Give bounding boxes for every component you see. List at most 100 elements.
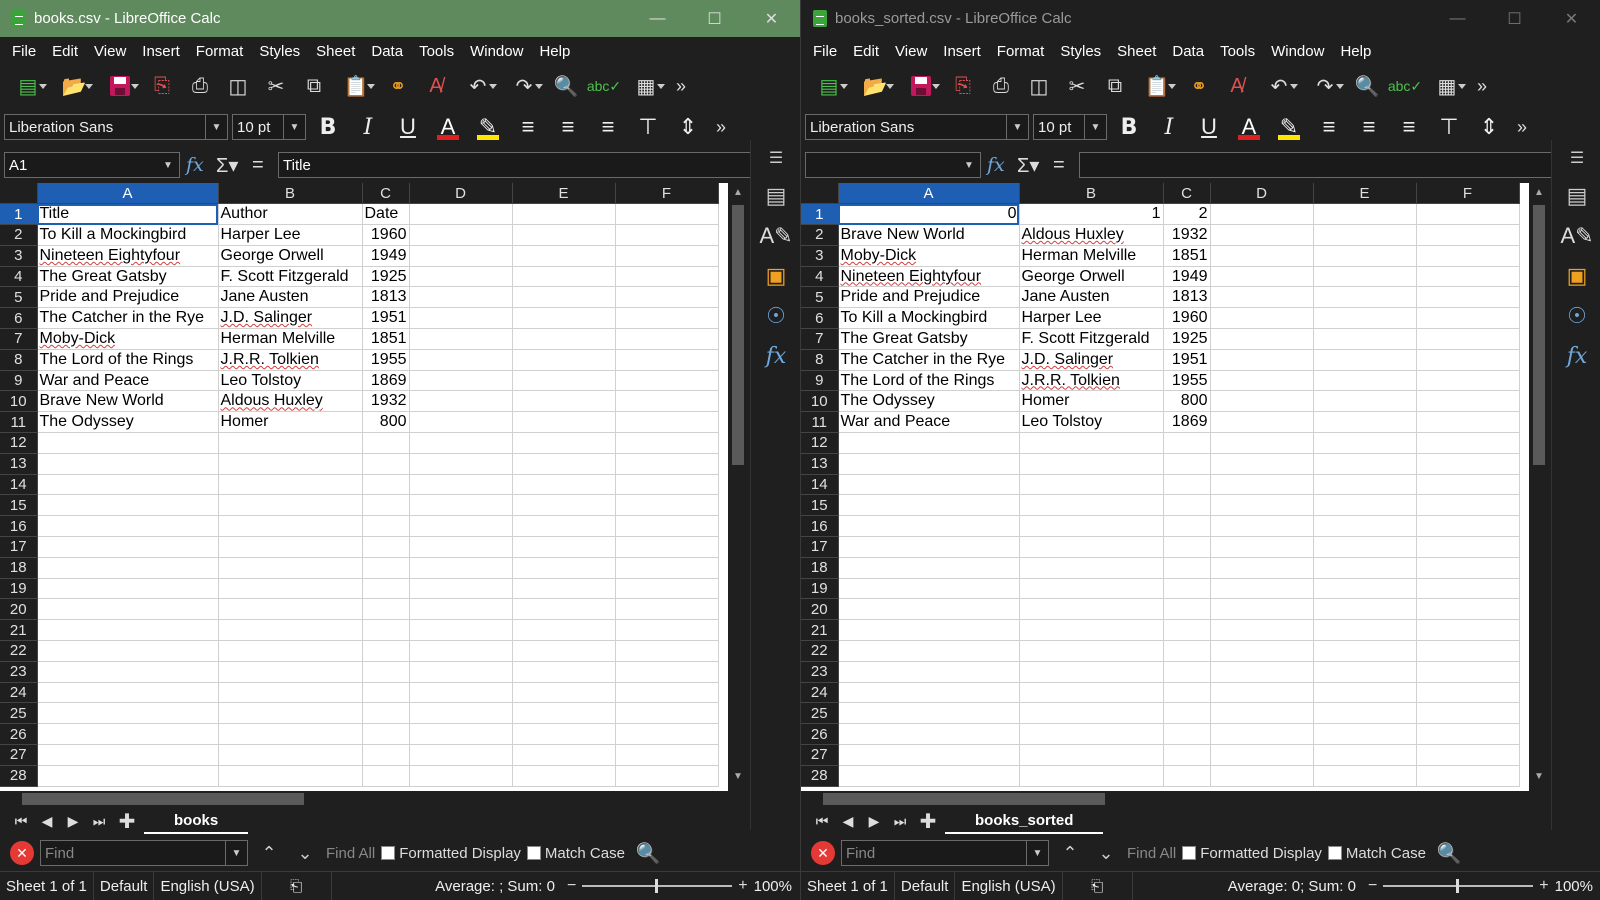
- cell-b22[interactable]: [218, 640, 363, 662]
- cell-d7[interactable]: [1210, 328, 1314, 350]
- cell-f13[interactable]: [1416, 453, 1520, 475]
- cell-a4[interactable]: Nineteen Eightyfour: [838, 266, 1020, 288]
- cell-e17[interactable]: [512, 536, 616, 558]
- align-left-icon[interactable]: ≡: [1311, 110, 1347, 144]
- cell-d11[interactable]: [409, 411, 513, 434]
- cell-a18[interactable]: [37, 557, 219, 579]
- zoom-slider[interactable]: [1383, 879, 1534, 893]
- chevron-down-icon[interactable]: ▼: [1026, 841, 1048, 865]
- cell-d22[interactable]: [409, 640, 513, 662]
- cell-d12[interactable]: [1210, 432, 1314, 454]
- zoom-level[interactable]: 100%: [754, 878, 792, 895]
- cell-f6[interactable]: [615, 307, 719, 330]
- cell-c24[interactable]: [1163, 682, 1211, 704]
- cell-f22[interactable]: [1416, 640, 1520, 662]
- cell-a28[interactable]: [838, 765, 1020, 787]
- first-sheet-icon[interactable]: ⏮: [10, 813, 32, 830]
- menu-insert[interactable]: Insert: [935, 43, 989, 60]
- cell-b27[interactable]: [218, 744, 363, 766]
- redo-icon[interactable]: ↷: [1303, 69, 1347, 103]
- column-header-d[interactable]: D: [409, 183, 513, 205]
- function-wizard-icon[interactable]: fx: [987, 154, 1011, 176]
- row-header[interactable]: 4: [0, 266, 38, 288]
- save-icon[interactable]: [98, 69, 142, 103]
- find-next-icon[interactable]: ⌄: [290, 843, 320, 864]
- cell-c6[interactable]: 1960: [1163, 307, 1211, 330]
- clear-formatting-icon[interactable]: A̸: [1219, 69, 1255, 103]
- cell-e9[interactable]: [512, 370, 616, 392]
- cell-e22[interactable]: [512, 640, 616, 662]
- cell-b19[interactable]: [1019, 578, 1164, 600]
- row-header[interactable]: 17: [0, 536, 38, 558]
- row-header[interactable]: 13: [0, 453, 38, 475]
- scroll-down-icon[interactable]: ▼: [728, 771, 748, 787]
- cell-a26[interactable]: [37, 723, 219, 746]
- cell-e7[interactable]: [512, 328, 616, 350]
- menu-window[interactable]: Window: [1263, 43, 1332, 60]
- cell-b20[interactable]: [218, 598, 363, 621]
- more-icon[interactable]: »: [670, 69, 692, 103]
- row-header[interactable]: 5: [0, 286, 38, 309]
- font-color-icon[interactable]: A: [430, 110, 466, 144]
- more-icon[interactable]: »: [710, 110, 732, 144]
- function-wizard-icon[interactable]: fx: [186, 154, 210, 176]
- print-icon[interactable]: ⎙: [182, 69, 218, 103]
- cell-d26[interactable]: [1210, 723, 1314, 746]
- cell-a11[interactable]: The Odyssey: [37, 411, 219, 434]
- cell-f1[interactable]: [615, 203, 719, 226]
- add-sheet-icon[interactable]: ✚: [915, 809, 941, 834]
- cell-f16[interactable]: [1416, 515, 1520, 538]
- cell-c1[interactable]: 2: [1163, 203, 1211, 226]
- cell-f3[interactable]: [615, 245, 719, 267]
- cell-d9[interactable]: [1210, 370, 1314, 392]
- column-header-c[interactable]: C: [362, 183, 410, 205]
- cell-a8[interactable]: The Lord of the Rings: [37, 349, 219, 371]
- row-header[interactable]: 12: [0, 432, 38, 454]
- cell-e6[interactable]: [1313, 307, 1417, 330]
- chevron-down-icon[interactable]: ▼: [157, 153, 179, 177]
- cell-f19[interactable]: [615, 578, 719, 600]
- cell-b7[interactable]: F. Scott Fitzgerald: [1019, 328, 1164, 350]
- cell-b6[interactable]: J.D. Salinger: [218, 307, 363, 330]
- menu-data[interactable]: Data: [1164, 43, 1212, 60]
- cell-f14[interactable]: [1416, 474, 1520, 496]
- cell-c16[interactable]: [362, 515, 410, 538]
- cell-a17[interactable]: [838, 536, 1020, 558]
- cell-b20[interactable]: [1019, 598, 1164, 621]
- cell-a20[interactable]: [838, 598, 1020, 621]
- print-preview-icon[interactable]: ◫: [1021, 69, 1057, 103]
- cell-f2[interactable]: [615, 224, 719, 246]
- cell-c27[interactable]: [362, 744, 410, 766]
- cell-e15[interactable]: [1313, 494, 1417, 517]
- cell-d23[interactable]: [1210, 661, 1314, 683]
- find-input[interactable]: Find ▼: [841, 840, 1049, 866]
- align-right-icon[interactable]: ≡: [1391, 110, 1427, 144]
- cell-c9[interactable]: 1869: [362, 370, 410, 392]
- cell-e5[interactable]: [1313, 286, 1417, 309]
- cell-c11[interactable]: 800: [362, 411, 410, 434]
- cell-f28[interactable]: [1416, 765, 1520, 787]
- cell-a21[interactable]: [838, 619, 1020, 642]
- cell-d3[interactable]: [409, 245, 513, 267]
- cell-b28[interactable]: [218, 765, 363, 787]
- cell-a22[interactable]: [838, 640, 1020, 662]
- cell-e6[interactable]: [512, 307, 616, 330]
- cell-f9[interactable]: [615, 370, 719, 392]
- cell-d7[interactable]: [409, 328, 513, 350]
- row-header[interactable]: 26: [801, 723, 839, 746]
- cell-e19[interactable]: [512, 578, 616, 600]
- cell-e12[interactable]: [1313, 432, 1417, 454]
- column-header-f[interactable]: F: [1416, 183, 1520, 205]
- cell-f23[interactable]: [1416, 661, 1520, 683]
- gallery-icon[interactable]: ▣: [751, 256, 800, 296]
- row-header[interactable]: 19: [801, 578, 839, 600]
- cell-b13[interactable]: [218, 453, 363, 475]
- cell-f28[interactable]: [615, 765, 719, 787]
- cell-d15[interactable]: [1210, 494, 1314, 517]
- menu-file[interactable]: File: [4, 43, 44, 60]
- cell-c26[interactable]: [1163, 723, 1211, 746]
- zoom-out-icon[interactable]: −: [567, 877, 576, 895]
- cell-c26[interactable]: [362, 723, 410, 746]
- find-input[interactable]: Find ▼: [40, 840, 248, 866]
- clone-formatting-icon[interactable]: ⚭: [380, 69, 416, 103]
